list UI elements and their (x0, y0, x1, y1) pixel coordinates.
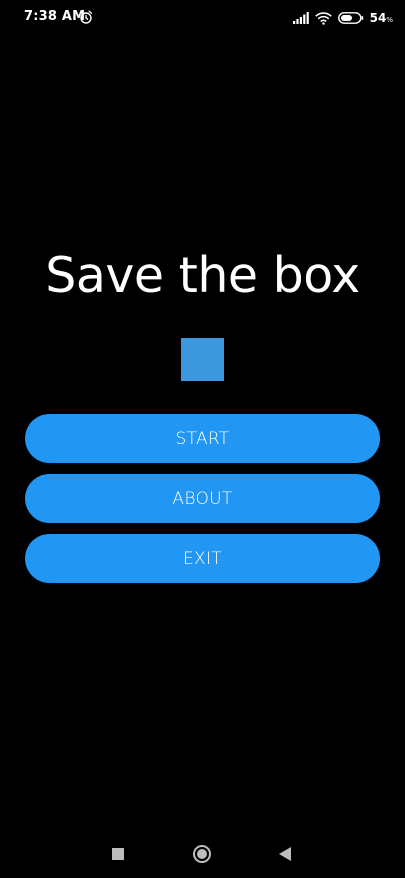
start-button[interactable]: START (25, 414, 380, 463)
back-icon[interactable] (279, 847, 291, 861)
status-icons: 54% (292, 10, 393, 26)
page-title: Save the box (45, 247, 360, 304)
recent-apps-icon[interactable] (112, 848, 124, 860)
status-bar: 7:38 AM 54% (0, 0, 405, 36)
alarm-icon (79, 10, 93, 24)
wifi-icon (314, 11, 332, 25)
signal-icon (292, 12, 309, 24)
navigation-bar (0, 828, 405, 878)
exit-button[interactable]: EXIT (25, 534, 380, 583)
game-box (181, 338, 224, 381)
home-icon[interactable] (193, 845, 211, 863)
battery-icon (337, 12, 363, 24)
status-time: 7:38 AM (24, 9, 86, 24)
about-button[interactable]: ABOUT (25, 474, 380, 523)
battery-percent: 54% (369, 11, 393, 25)
